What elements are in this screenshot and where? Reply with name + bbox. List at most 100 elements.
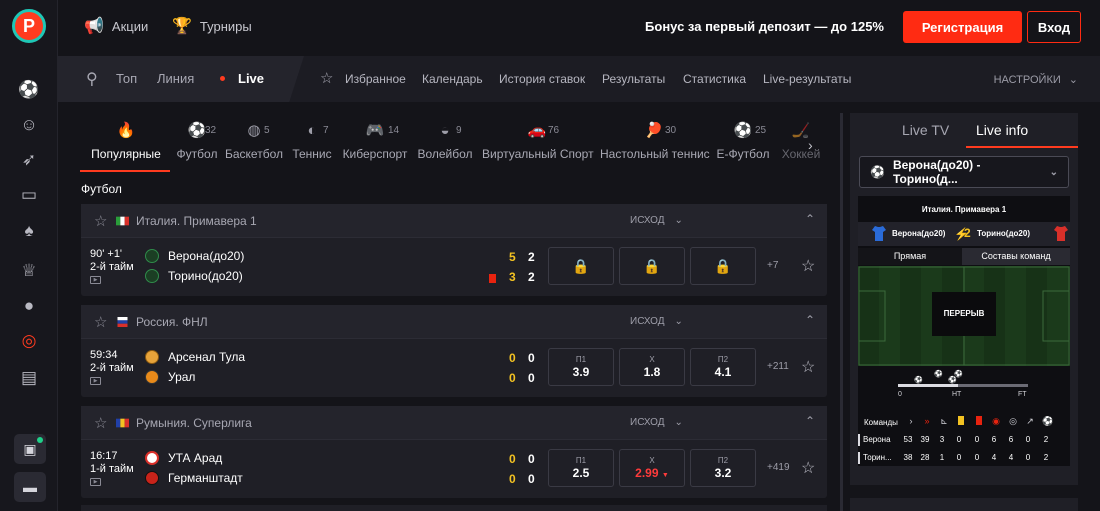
soccer-icon[interactable]: ⚽ bbox=[17, 78, 41, 102]
league-header[interactable]: ☆ Италия. Примавера 1 ИСХОД ⌄ ⌃ bbox=[81, 204, 827, 238]
nav-live-results[interactable]: Live-результаты bbox=[763, 72, 851, 86]
more-markets[interactable]: +211 bbox=[767, 361, 789, 372]
favorite-star-icon[interactable]: ☆ bbox=[801, 256, 815, 276]
nav-favorites[interactable]: Избранное bbox=[345, 72, 406, 86]
widget-scoreboard: Верона(до20) ⚡ 2 Торино(до20) bbox=[858, 222, 1070, 246]
odd-value: 4.1 bbox=[714, 365, 732, 379]
team-name: УТА Арад bbox=[168, 451, 223, 465]
sport-count: 30 bbox=[665, 125, 677, 136]
brand-logo[interactable]: P bbox=[12, 9, 46, 43]
tv-stream-icon[interactable]: ▶ bbox=[90, 478, 101, 486]
tab-lineups[interactable]: Составы команд bbox=[962, 248, 1070, 265]
nav-results[interactable]: Результаты bbox=[602, 72, 665, 86]
tab-table-tennis[interactable]: 🏓 30 Настольный теннис bbox=[600, 121, 710, 173]
target-icon[interactable]: ◎ bbox=[17, 329, 41, 353]
chevron-right-icon[interactable]: › bbox=[808, 137, 813, 153]
match-select-value: Верона(до20) - Торино(д... bbox=[892, 158, 981, 186]
login-button[interactable]: Вход bbox=[1027, 11, 1081, 43]
receipt-icon[interactable]: ▤ bbox=[17, 366, 41, 390]
odd-button-p1[interactable]: П1 3.9 bbox=[548, 348, 614, 386]
collapse-chevron-icon[interactable]: ⌃ bbox=[805, 212, 815, 226]
outcome-dropdown[interactable]: ИСХОД ⌄ bbox=[630, 215, 683, 226]
odd-button-x[interactable]: Х 2.99 ▼ bbox=[619, 449, 685, 487]
trophy-ball-icon[interactable]: ♕ bbox=[17, 259, 41, 283]
stat-value: 2 bbox=[1043, 453, 1049, 462]
favorite-star-icon[interactable]: ☆ bbox=[801, 458, 815, 478]
bonus-banner[interactable]: Бонус за первый депозит — до 125% bbox=[645, 19, 884, 34]
tab-volleyball[interactable]: ◒ 9 Волейбол bbox=[417, 121, 473, 173]
odd-button-x[interactable]: Х 1.8 bbox=[619, 348, 685, 386]
odd-locked: 🔒 bbox=[548, 247, 614, 285]
favorite-star-icon[interactable]: ☆ bbox=[801, 357, 815, 377]
scrollbar[interactable] bbox=[840, 113, 843, 511]
cards-icon[interactable]: ♠ bbox=[17, 219, 41, 243]
tab-live-tv[interactable]: Live TV bbox=[902, 122, 949, 138]
favorites-star-icon: ☆ bbox=[320, 70, 334, 87]
score-home-half: 0 bbox=[528, 452, 535, 466]
tv-icon[interactable]: ▭ bbox=[17, 183, 41, 207]
trophy-icon: 🏆 bbox=[172, 18, 192, 35]
collapse-chevron-icon[interactable]: ⌃ bbox=[805, 313, 815, 327]
chevron-down-icon: ⌄ bbox=[1068, 74, 1078, 86]
collapse-chevron-icon[interactable]: ⌃ bbox=[805, 414, 815, 428]
nav-calendar[interactable]: Календарь bbox=[422, 72, 483, 86]
team-name: Германштадт bbox=[168, 471, 243, 485]
team-name: Верона(до20) bbox=[168, 249, 245, 263]
favorite-star-icon[interactable]: ☆ bbox=[94, 414, 107, 432]
sport-count: 14 bbox=[388, 125, 400, 136]
odd-button-p2[interactable]: П2 4.1 bbox=[690, 348, 756, 386]
league-header[interactable]: ☆ Россия. ФНЛ ИСХОД ⌄ ⌃ bbox=[81, 305, 827, 339]
match-row[interactable]: 16:17 1-й тайм ▶ УТА Арад Германштадт 0 0… bbox=[81, 440, 827, 498]
stat-value: 4 bbox=[991, 453, 997, 462]
odd-button-p2[interactable]: П2 3.2 bbox=[690, 449, 756, 487]
favorite-star-icon[interactable]: ☆ bbox=[94, 313, 107, 331]
tab-tennis[interactable]: ◐ 7 Теннис bbox=[290, 121, 334, 173]
settings-dropdown[interactable]: НАСТРОЙКИ ⌄ bbox=[994, 73, 1078, 87]
match-select[interactable]: ⚽ Верона(до20) - Торино(д... ⌄ bbox=[859, 156, 1069, 188]
tab-straight[interactable]: Прямая bbox=[858, 248, 962, 265]
chat-icon[interactable]: ▣ bbox=[14, 434, 46, 464]
tab-virtual-sport[interactable]: 🚗 76 Виртуальный Спорт bbox=[482, 121, 594, 173]
card-icon[interactable]: ▬ bbox=[14, 472, 46, 502]
ball-icon[interactable]: ● bbox=[17, 294, 41, 318]
match-status: ПЕРЕРЫВ bbox=[932, 292, 996, 336]
stats-row-away: Торин... 38 28 1 0 0 4 4 0 2 bbox=[858, 450, 1070, 466]
more-markets[interactable]: +7 bbox=[767, 260, 778, 271]
stat-value: 0 bbox=[974, 453, 980, 462]
odd-button-p1[interactable]: П1 2.5 bbox=[548, 449, 614, 487]
tab-football[interactable]: ⚽ 32 Футбол bbox=[172, 121, 222, 173]
tab-hockey[interactable]: 🏒 Хоккей bbox=[777, 121, 825, 173]
stats-header: Команды › » ⊾ ◉ ◎ ↗ ⚽ bbox=[858, 416, 1070, 430]
register-button[interactable]: Регистрация bbox=[903, 11, 1022, 43]
outcome-dropdown[interactable]: ИСХОД ⌄ bbox=[630, 316, 683, 327]
stat-value: 2 bbox=[1043, 435, 1049, 444]
tab-basketball[interactable]: ◍ 5 Баскетбол bbox=[224, 121, 284, 173]
tab-esports[interactable]: 🎮 14 Киберспорт bbox=[342, 121, 408, 173]
search-icon[interactable]: ⚲ bbox=[86, 69, 98, 89]
promos-link[interactable]: 📢 Акции bbox=[84, 16, 148, 36]
tv-stream-icon[interactable]: ▶ bbox=[90, 276, 101, 284]
league-header[interactable]: ☆ Румыния. Суперлига ИСХОД ⌄ ⌃ bbox=[81, 406, 827, 440]
outcome-label: ИСХОД bbox=[630, 316, 665, 327]
rocket-icon[interactable]: ➶ bbox=[17, 148, 41, 172]
nav-bet-history[interactable]: История ставок bbox=[499, 72, 585, 86]
user-icon[interactable]: ☺ bbox=[17, 113, 41, 137]
team-logo bbox=[145, 370, 159, 384]
league-name: Румыния. Суперлига bbox=[136, 416, 252, 430]
favorite-star-icon[interactable]: ☆ bbox=[94, 212, 107, 230]
tab-efootball[interactable]: ⚽ 25 Е-Футбол bbox=[716, 121, 770, 173]
outcome-dropdown[interactable]: ИСХОД ⌄ bbox=[630, 417, 683, 428]
main-content: 🔥 Популярные ⚽ 32 Футбол ◍ 5 Баскетбол ◐… bbox=[70, 113, 835, 511]
tournaments-link[interactable]: 🏆 Турниры bbox=[172, 16, 252, 36]
match-row[interactable]: 90' +1' 2-й тайм ▶ Верона(до20) Торино(до… bbox=[81, 238, 827, 296]
tab-live-info[interactable]: Live info bbox=[976, 122, 1028, 138]
match-row[interactable]: 59:34 2-й тайм ▶ Арсенал Тула Урал 0 0 0 … bbox=[81, 339, 827, 397]
more-markets[interactable]: +419 bbox=[767, 462, 790, 473]
tab-popular[interactable]: 🔥 Популярные bbox=[80, 121, 172, 173]
odd-value: 2.5 bbox=[572, 466, 590, 480]
tab-live[interactable]: Live bbox=[238, 71, 264, 86]
tv-stream-icon[interactable]: ▶ bbox=[90, 377, 101, 385]
tab-line[interactable]: Линия bbox=[157, 71, 194, 86]
tab-top[interactable]: Топ bbox=[116, 71, 137, 86]
nav-statistics[interactable]: Статистика bbox=[683, 72, 746, 86]
